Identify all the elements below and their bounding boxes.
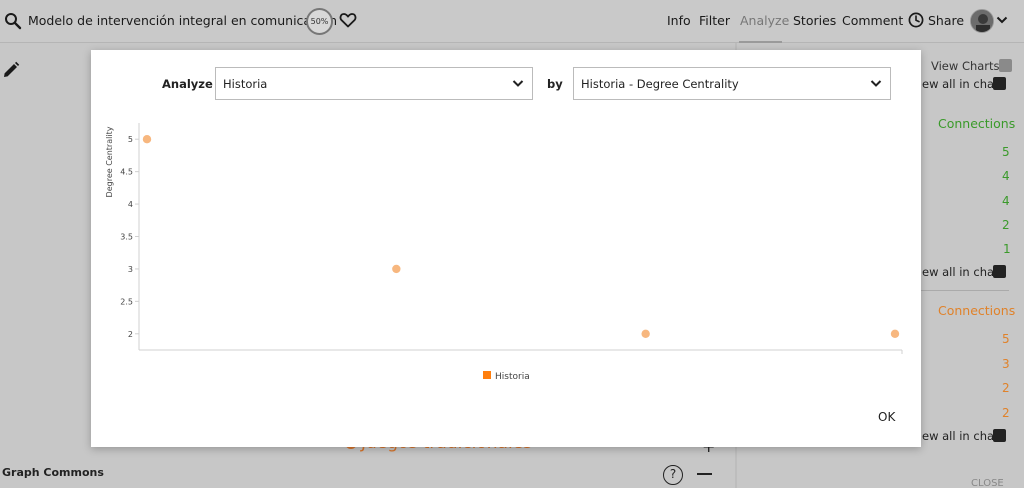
nav-analyze[interactable]: Analyze	[740, 13, 789, 28]
bar-chart-icon[interactable]	[993, 429, 1006, 442]
bar-chart-icon[interactable]	[993, 77, 1006, 90]
ok-button[interactable]: OK	[878, 410, 895, 424]
connection-count: 2	[1002, 381, 1010, 395]
y-tick-label: 3.5	[120, 233, 133, 242]
y-axis-title: Degree Centrality	[105, 126, 114, 197]
avatar[interactable]	[970, 9, 994, 33]
analyze-label: Analyze	[162, 77, 213, 91]
metric-select-value: Historia - Degree Centrality	[581, 77, 739, 91]
legend-label: Historia	[495, 372, 530, 382]
analyze-select[interactable]: Historia	[215, 67, 533, 100]
help-button[interactable]: ?	[663, 465, 683, 485]
connections-header: Connections	[938, 116, 1016, 131]
heart-icon[interactable]	[339, 11, 357, 29]
analyze-modal: Analyze Historia by Historia - Degree Ce…	[91, 50, 921, 447]
connection-count: 2	[1002, 406, 1010, 420]
section-divider	[906, 290, 1009, 291]
view-all-in-chart-link[interactable]: ew all in chart	[922, 429, 1003, 443]
connection-count: 3	[1002, 357, 1010, 371]
connection-count: 4	[1002, 169, 1010, 183]
legend-swatch	[483, 371, 491, 379]
avatar-image	[971, 10, 993, 32]
footer-brand: Graph Commons	[2, 466, 104, 479]
connection-count: 5	[1002, 332, 1010, 346]
progress-badge: 50%	[306, 8, 333, 35]
nav-comment[interactable]: Comment	[842, 13, 903, 28]
chevron-down-icon	[512, 80, 524, 87]
connection-count: 2	[1002, 218, 1010, 232]
nav-filter[interactable]: Filter	[699, 13, 730, 28]
y-tick-label: 2.5	[120, 297, 133, 306]
chevron-down-icon	[870, 80, 882, 87]
connection-count: 5	[1002, 145, 1010, 159]
scatter-point[interactable]	[890, 329, 900, 338]
bar-chart-icon[interactable]	[999, 59, 1012, 72]
zoom-out-icon[interactable]	[697, 473, 712, 475]
y-tick-label: 3	[128, 265, 133, 274]
search-icon[interactable]	[4, 12, 22, 30]
metric-select[interactable]: Historia - Degree Centrality	[573, 67, 891, 100]
connections-header: Connections	[938, 303, 1016, 318]
bar-chart-icon[interactable]	[993, 265, 1006, 278]
y-tick-label: 5	[128, 135, 133, 144]
view-charts-link[interactable]: View Charts	[931, 59, 1000, 73]
connection-count: 1	[1003, 242, 1011, 256]
view-all-in-chart-link[interactable]: ew all in chart	[922, 265, 1003, 279]
graph-title[interactable]: Modelo de intervención integral en comun…	[28, 13, 337, 28]
chevron-down-icon[interactable]	[996, 15, 1008, 25]
by-label: by	[547, 77, 563, 91]
close-panel-button[interactable]: CLOSE	[971, 478, 1004, 488]
y-tick-label: 2	[128, 330, 133, 339]
view-all-in-chart-link[interactable]: ew all in chart	[922, 77, 1003, 91]
nav-share[interactable]: Share	[928, 13, 964, 28]
y-tick-label: 4	[128, 200, 133, 209]
nav-active-underline	[739, 41, 782, 43]
analyze-select-value: Historia	[223, 77, 268, 91]
scatter-point[interactable]	[641, 329, 650, 338]
scatter-point[interactable]	[392, 264, 401, 274]
connection-count: 4	[1002, 194, 1010, 208]
scatter-point[interactable]	[142, 135, 152, 144]
nav-info[interactable]: Info	[667, 13, 691, 28]
top-bar: Modelo de intervención integral en comun…	[0, 0, 1024, 43]
nav-stories[interactable]: Stories	[793, 13, 836, 28]
y-tick-label: 4.5	[120, 168, 133, 177]
pencil-icon[interactable]	[2, 61, 20, 79]
clock-icon[interactable]	[908, 12, 924, 28]
scatter-chart: 5 4.5 4 3.5 3 2.5 2 Degree Centrality Historia	[105, 123, 903, 382]
